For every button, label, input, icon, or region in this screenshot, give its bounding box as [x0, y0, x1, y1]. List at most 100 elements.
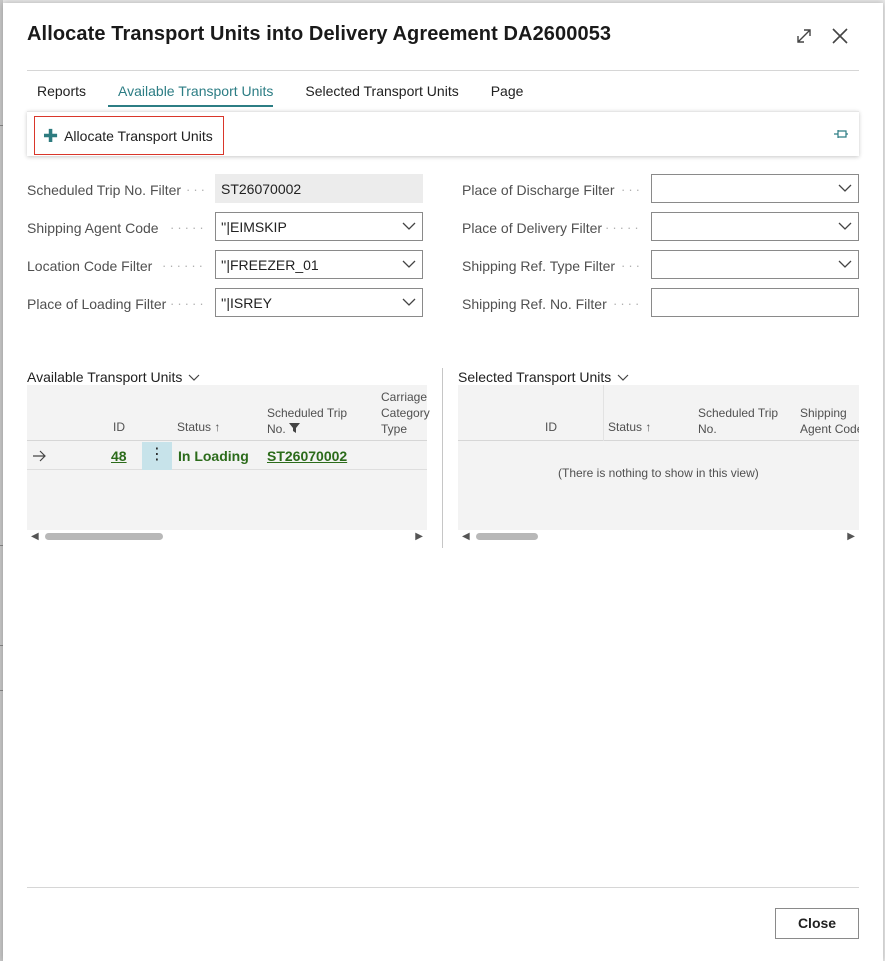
chevron-down-icon: [402, 260, 416, 268]
column-scheduled-trip[interactable]: Scheduled Trip No.: [698, 405, 778, 437]
row-status: In Loading: [178, 448, 249, 464]
chevron-down-icon: [188, 374, 200, 381]
shipping-ref-no-filter-label: Shipping Ref. No. Filter: [462, 296, 607, 312]
column-carriage-line1: Carriage: [381, 390, 428, 404]
close-icon[interactable]: [827, 23, 853, 49]
footer-divider: [27, 887, 859, 888]
expand-icon[interactable]: [791, 23, 817, 49]
location-code-filter-value: ''|FREEZER_01: [221, 257, 319, 273]
chevron-down-icon: [617, 374, 629, 381]
place-of-delivery-filter-field[interactable]: [651, 212, 859, 241]
place-of-discharge-filter-field[interactable]: [651, 174, 859, 203]
title-divider: [27, 70, 859, 71]
shipping-agent-code-value: ''|EIMSKIP: [221, 219, 287, 235]
column-status-text: Status: [608, 420, 643, 434]
column-scheduled-trip-line2: No.: [698, 422, 717, 436]
close-button[interactable]: Close: [775, 908, 859, 939]
action-bar: ✚ Allocate Transport Units: [27, 111, 859, 156]
selected-grid-scrollbar[interactable]: ◀ ▶: [458, 530, 859, 542]
pin-icon[interactable]: [833, 126, 849, 142]
allocate-transport-units-label: Allocate Transport Units: [64, 127, 213, 144]
filter-icon: [289, 423, 301, 433]
scroll-left-icon[interactable]: ◀: [462, 531, 470, 542]
row-scheduled-trip-link[interactable]: ST26070002: [267, 448, 347, 464]
sort-ascending-icon: ↑: [645, 420, 652, 434]
scroll-right-icon[interactable]: ▶: [847, 531, 855, 542]
current-row-arrow-icon: [33, 450, 46, 462]
shipping-agent-code-label: Shipping Agent Code: [27, 220, 159, 236]
empty-view-message: (There is nothing to show in this view): [558, 466, 759, 480]
selected-units-grid: ID Status ↑ Scheduled Trip No. Shipping …: [458, 385, 859, 530]
scroll-right-icon[interactable]: ▶: [415, 531, 423, 542]
field-dots: ···: [621, 258, 643, 273]
row-id-link[interactable]: 48: [111, 448, 127, 464]
selected-units-part-title[interactable]: Selected Transport Units: [458, 369, 629, 385]
column-carriage-line3: Type: [381, 422, 408, 436]
selected-units-title-text: Selected Transport Units: [458, 369, 612, 385]
shipping-ref-type-filter-field[interactable]: [651, 250, 859, 279]
grid-header: ID Status ↑ Scheduled Trip No. Shipping …: [458, 385, 859, 441]
shipping-ref-type-filter-label: Shipping Ref. Type Filter: [462, 258, 616, 274]
column-divider: [603, 385, 604, 441]
column-scheduled-trip[interactable]: Scheduled Trip No.: [267, 405, 347, 437]
shipping-ref-no-filter-field[interactable]: [651, 288, 859, 317]
place-of-loading-filter-value: ''|ISREY: [221, 295, 272, 311]
column-scheduled-trip-line1: Scheduled Trip: [698, 406, 779, 420]
field-dots: ····: [613, 296, 643, 311]
column-id[interactable]: ID: [113, 419, 125, 435]
scheduled-trip-filter-label: Scheduled Trip No. Filter: [27, 182, 182, 198]
location-code-filter-field[interactable]: ''|FREEZER_01: [215, 250, 423, 279]
tab-reports[interactable]: Reports: [27, 81, 86, 107]
field-dots: ·····: [170, 296, 207, 311]
table-row[interactable]: 48 ⋮ In Loading ST26070002: [27, 442, 427, 470]
column-carriage-category-type[interactable]: Carriage Category Type: [381, 389, 430, 437]
tab-page[interactable]: Page: [481, 81, 524, 107]
chevron-down-icon: [402, 222, 416, 230]
column-id[interactable]: ID: [545, 419, 557, 435]
scroll-thumb[interactable]: [476, 533, 538, 540]
place-of-discharge-filter-label: Place of Discharge Filter: [462, 182, 615, 198]
dialog-title: Allocate Transport Units into Delivery A…: [27, 23, 612, 45]
column-scheduled-trip-line1: Scheduled Trip: [267, 406, 348, 420]
shipping-agent-code-field[interactable]: ''|EIMSKIP: [215, 212, 423, 241]
available-grid-scrollbar[interactable]: ◀ ▶: [27, 530, 427, 542]
column-carriage-line2: Category: [381, 406, 430, 420]
field-dots: ···: [186, 182, 208, 197]
place-of-delivery-filter-label: Place of Delivery Filter: [462, 220, 603, 236]
column-status-text: Status: [177, 420, 212, 434]
column-agent-line2: Agent Code: [800, 422, 859, 436]
column-shipping-agent-code[interactable]: Shipping Agent Code: [800, 405, 859, 437]
action-tabs: Reports Available Transport Units Select…: [27, 81, 545, 107]
chevron-down-icon: [838, 222, 852, 230]
column-status[interactable]: Status ↑: [608, 419, 651, 435]
location-code-filter-label: Location Code Filter: [27, 258, 153, 274]
chevron-down-icon: [838, 260, 852, 268]
plus-icon: ✚: [43, 125, 59, 146]
chevron-down-icon: [402, 298, 416, 306]
field-dots: ······: [162, 258, 206, 273]
tab-selected-transport-units[interactable]: Selected Transport Units: [295, 81, 458, 107]
part-splitter[interactable]: [442, 368, 443, 548]
field-dots: ·····: [605, 220, 642, 235]
scheduled-trip-filter-field[interactable]: ST26070002: [215, 174, 423, 203]
scroll-left-icon[interactable]: ◀: [31, 531, 39, 542]
allocate-transport-units-button[interactable]: ✚ Allocate Transport Units: [34, 116, 224, 155]
column-agent-line1: Shipping: [800, 406, 847, 420]
available-units-part-title[interactable]: Available Transport Units: [27, 369, 200, 385]
place-of-loading-filter-field[interactable]: ''|ISREY: [215, 288, 423, 317]
available-units-title-text: Available Transport Units: [27, 369, 183, 385]
place-of-loading-filter-label: Place of Loading Filter: [27, 296, 167, 312]
scroll-thumb[interactable]: [45, 533, 163, 540]
grid-header: ID Status ↑ Scheduled Trip No. Carriage …: [27, 385, 430, 441]
allocate-dialog: Allocate Transport Units into Delivery A…: [3, 3, 883, 961]
available-units-grid: ID Status ↑ Scheduled Trip No. Carriage …: [27, 385, 430, 530]
column-scheduled-trip-no: No.: [267, 422, 286, 436]
sort-ascending-icon: ↑: [214, 420, 221, 434]
chevron-down-icon: [838, 184, 852, 192]
field-dots: ···: [621, 182, 643, 197]
tab-available-transport-units[interactable]: Available Transport Units: [108, 81, 274, 107]
column-status[interactable]: Status ↑: [177, 419, 220, 435]
row-actions-menu[interactable]: ⋮: [142, 442, 172, 470]
field-dots: ·····: [170, 220, 207, 235]
column-scheduled-trip-line2: No.: [267, 421, 347, 437]
